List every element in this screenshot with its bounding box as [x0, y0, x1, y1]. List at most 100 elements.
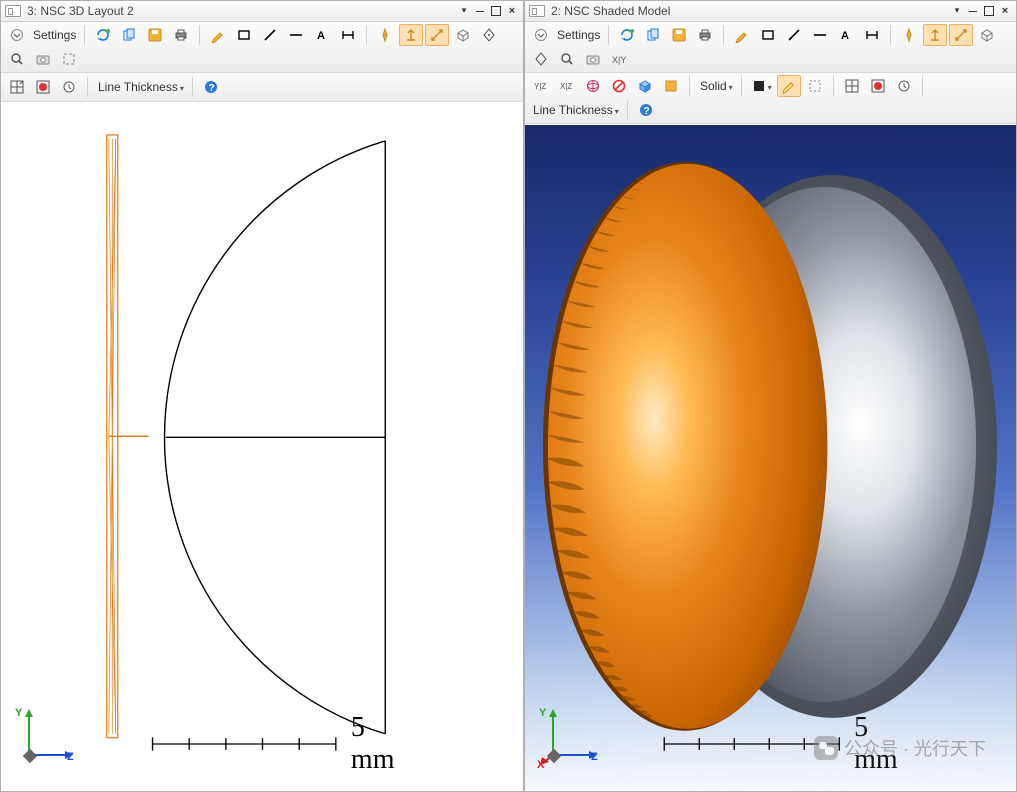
- line-icon[interactable]: [258, 24, 282, 46]
- dotted-frame-icon[interactable]: [803, 75, 827, 97]
- help-icon[interactable]: ?: [634, 99, 658, 121]
- svg-text:X|Y: X|Y: [612, 55, 626, 65]
- box-icon[interactable]: [451, 24, 475, 46]
- titlebar-left[interactable]: 3: NSC 3D Layout 2 ×: [1, 1, 523, 22]
- scale-label: 5 mm: [351, 712, 411, 776]
- axis-z-label: Z: [67, 751, 74, 763]
- help-icon[interactable]: ?: [199, 76, 223, 98]
- cube-blue-icon[interactable]: [633, 75, 657, 97]
- window-type-icon: [5, 5, 21, 17]
- zoom-icon[interactable]: [5, 48, 29, 70]
- axis-out-icon[interactable]: [949, 24, 973, 46]
- chevron-down-icon: [729, 79, 733, 93]
- dimension-H-icon[interactable]: [336, 24, 360, 46]
- open-square-icon[interactable]: [57, 48, 81, 70]
- square-orange-icon[interactable]: [659, 75, 683, 97]
- axis-triad: Y Z: [15, 705, 75, 765]
- swatch-black-icon[interactable]: [748, 75, 775, 97]
- settings-dropdown[interactable]: Settings: [529, 24, 602, 46]
- titlebar-right[interactable]: 2: NSC Shaded Model ×: [525, 1, 1016, 22]
- box-icon[interactable]: [975, 24, 999, 46]
- toolbar1-left: Settings A: [1, 22, 523, 73]
- layout-scene: [1, 103, 523, 791]
- clock-icon[interactable]: [892, 75, 916, 97]
- camera-icon[interactable]: [31, 48, 55, 70]
- settings-chevron-icon: [5, 24, 29, 46]
- compass-icon[interactable]: [373, 24, 397, 46]
- maximize-button[interactable]: [982, 4, 996, 18]
- text-A-icon[interactable]: A: [834, 24, 858, 46]
- separator: [890, 25, 891, 45]
- svg-text:A: A: [841, 30, 849, 42]
- save-icon[interactable]: [143, 24, 167, 46]
- pencil-icon[interactable]: [730, 24, 754, 46]
- settings-dropdown[interactable]: Settings: [5, 24, 78, 46]
- axis-up-icon[interactable]: [923, 24, 947, 46]
- line-thickness-label: Line Thickness: [96, 80, 180, 94]
- rect-icon[interactable]: [232, 24, 256, 46]
- toolbar2-left: Line Thickness ?: [1, 73, 523, 102]
- dimension-H-icon[interactable]: [860, 24, 884, 46]
- window-type-icon: [529, 5, 545, 17]
- minimize-button[interactable]: [966, 4, 980, 18]
- close-button[interactable]: ×: [505, 4, 519, 18]
- shaded-scene: [525, 125, 1016, 791]
- wechat-icon: [814, 736, 838, 760]
- pencil-icon[interactable]: [206, 24, 230, 46]
- layout-viewport[interactable]: Y Z 5 mm: [1, 102, 523, 791]
- separator: [741, 76, 742, 96]
- highlighter-icon[interactable]: [777, 75, 801, 97]
- segment-icon[interactable]: [808, 24, 832, 46]
- no-circle-icon[interactable]: [607, 75, 631, 97]
- chevron-down-icon: [615, 103, 619, 117]
- compass-icon[interactable]: [897, 24, 921, 46]
- separator: [199, 25, 200, 45]
- diamond-icon[interactable]: [529, 48, 553, 70]
- camera-icon[interactable]: [581, 48, 605, 70]
- yz-tiny-icon[interactable]: Y|Z: [529, 75, 553, 97]
- globe-icon[interactable]: [581, 75, 605, 97]
- diamond-icon[interactable]: [477, 24, 501, 46]
- save-icon[interactable]: [667, 24, 691, 46]
- axis-out-icon[interactable]: [425, 24, 449, 46]
- toolbar1-right: Settings A X|Y: [525, 22, 1016, 73]
- chevron-down-icon: [180, 80, 184, 94]
- copy-icon[interactable]: [117, 24, 141, 46]
- xz-tiny-icon[interactable]: X|Z: [555, 75, 579, 97]
- rect-icon[interactable]: [756, 24, 780, 46]
- print-icon[interactable]: [693, 24, 717, 46]
- window-options-dropdown[interactable]: [457, 4, 471, 18]
- separator: [922, 76, 923, 96]
- solid-dropdown[interactable]: Solid: [696, 79, 735, 93]
- minimize-button[interactable]: [473, 4, 487, 18]
- line-thickness-dropdown[interactable]: Line Thickness: [529, 103, 621, 117]
- separator: [723, 25, 724, 45]
- separator: [833, 76, 834, 96]
- xy-toggle-icon[interactable]: X|Y: [607, 48, 631, 70]
- record-disc-icon[interactable]: [866, 75, 890, 97]
- grid-icon[interactable]: [5, 76, 29, 98]
- print-icon[interactable]: [169, 24, 193, 46]
- scale-bar: 5 mm: [140, 712, 411, 776]
- segment-icon[interactable]: [284, 24, 308, 46]
- svg-text:A: A: [317, 30, 325, 42]
- axis-up-icon[interactable]: [399, 24, 423, 46]
- svg-text:X|Z: X|Z: [560, 82, 572, 91]
- text-A-icon[interactable]: A: [310, 24, 334, 46]
- window-options-dropdown[interactable]: [950, 4, 964, 18]
- refresh-icon[interactable]: [615, 24, 639, 46]
- record-disc-icon[interactable]: [31, 76, 55, 98]
- line-thickness-dropdown[interactable]: Line Thickness: [94, 80, 186, 94]
- grid-icon[interactable]: [840, 75, 864, 97]
- copy-icon[interactable]: [641, 24, 665, 46]
- settings-label: Settings: [31, 28, 78, 42]
- refresh-icon[interactable]: [91, 24, 115, 46]
- clock-icon[interactable]: [57, 76, 81, 98]
- maximize-button[interactable]: [489, 4, 503, 18]
- zoom-icon[interactable]: [555, 48, 579, 70]
- axis-y-label: Y: [15, 707, 22, 719]
- close-button[interactable]: ×: [998, 4, 1012, 18]
- svg-text:?: ?: [643, 106, 649, 117]
- line-icon[interactable]: [782, 24, 806, 46]
- shaded-viewport[interactable]: Y Z X 5 mm: [525, 124, 1016, 791]
